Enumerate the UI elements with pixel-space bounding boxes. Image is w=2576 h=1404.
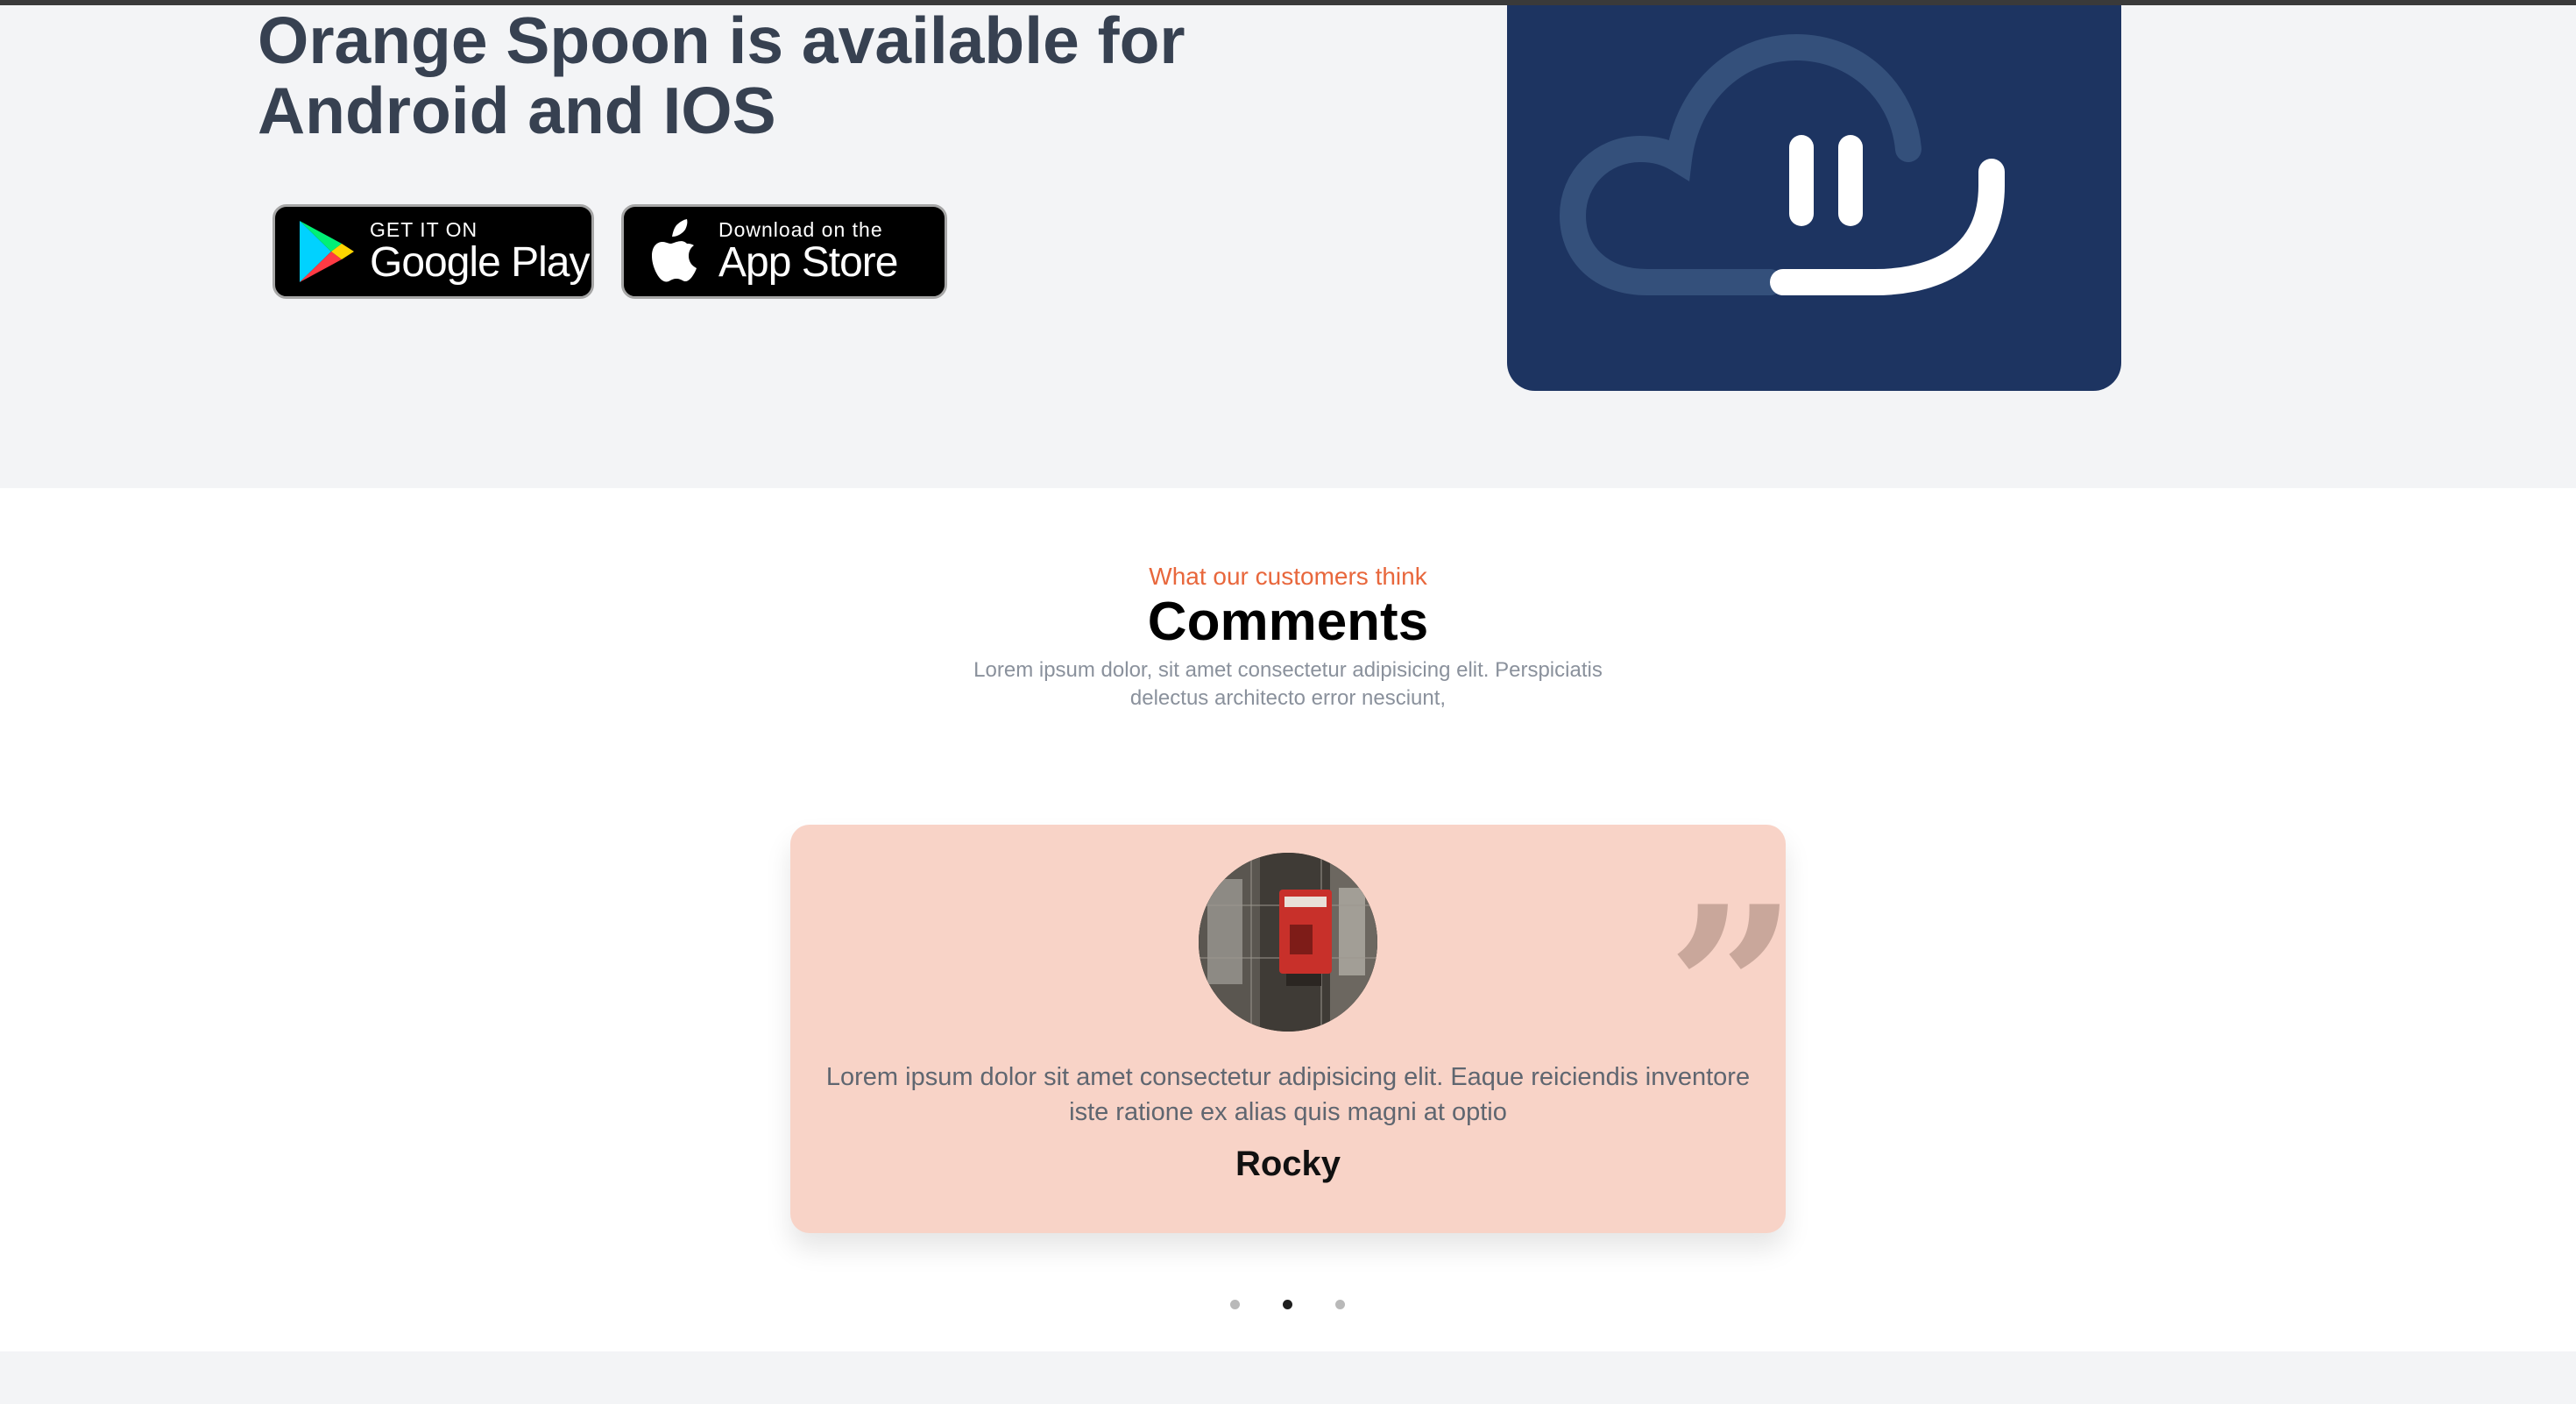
title-line-1: Orange Spoon is available for (258, 4, 1185, 77)
section-kicker: What our customers think (1149, 563, 1427, 590)
carousel-dot-2[interactable] (1283, 1300, 1292, 1309)
comments-section: What our customers think Comments Lorem … (0, 488, 2576, 1351)
carousel-dot-3[interactable] (1335, 1300, 1345, 1309)
google-play-icon (296, 217, 357, 286)
testimonial-author: Rocky (1235, 1145, 1341, 1183)
app-store-big-label: App Store (718, 239, 898, 286)
carousel-dot-1[interactable] (1230, 1300, 1240, 1309)
google-play-big-label: Google Play (370, 239, 590, 286)
section-description: Lorem ipsum dolor, sit amet consectetur … (973, 658, 1603, 710)
app-availability-section: Orange Spoon is available for Android an… (0, 5, 2576, 488)
app-preview-card (1507, 5, 2121, 391)
testimonial-text: Lorem ipsum dolor sit amet consectetur a… (825, 1063, 1751, 1126)
google-play-button[interactable]: GET IT ON Google Play (272, 204, 594, 299)
app-store-button[interactable]: Download on the App Store (621, 204, 947, 299)
title-line-2: Android and IOS (258, 74, 776, 147)
testimonial-card: ” Lorem ipsum dolor sit amet consectetur… (790, 825, 1798, 1233)
google-play-small-label: GET IT ON (370, 218, 478, 241)
app-store-small-label: Download on the (718, 218, 883, 241)
footer-band (0, 1351, 2576, 1404)
section-title: Comments (1147, 592, 1429, 652)
avatar (1199, 853, 1377, 1032)
app-availability-title: Orange Spoon is available for Android an… (258, 5, 1309, 145)
apple-icon (645, 217, 706, 286)
cloud-pause-icon (1559, 33, 2005, 295)
carousel-dots (0, 1300, 2576, 1312)
